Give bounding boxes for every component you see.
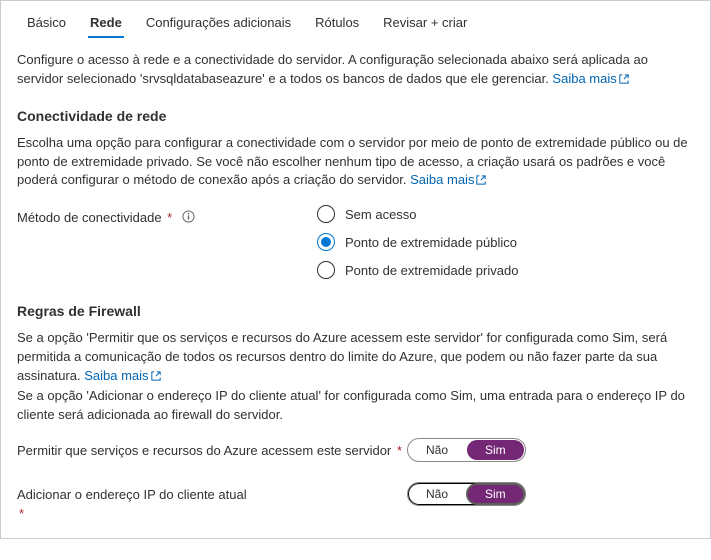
external-link-icon: [476, 172, 486, 191]
radio-icon: [317, 261, 335, 279]
connectivity-method-radiogroup: Sem acesso Ponto de extremidade público …: [317, 205, 518, 289]
intro-paragraph: Configure o acesso à rede e a conectivid…: [17, 51, 694, 90]
learn-more-link-intro[interactable]: Saiba mais: [552, 71, 628, 86]
add-client-ip-field: Adicionar o endereço IP do cliente atual…: [17, 482, 694, 524]
tab-tags[interactable]: Rótulos: [303, 9, 371, 38]
learn-more-link-connectivity[interactable]: Saiba mais: [410, 172, 486, 187]
firewall-heading: Regras de Firewall: [17, 303, 694, 319]
external-link-icon: [151, 368, 161, 387]
radio-public-endpoint[interactable]: Ponto de extremidade público: [317, 233, 518, 251]
radio-label: Ponto de extremidade privado: [345, 263, 518, 278]
allow-azure-services-toggle[interactable]: Não Sim: [407, 438, 526, 462]
radio-private-endpoint[interactable]: Ponto de extremidade privado: [317, 261, 518, 279]
tab-basic[interactable]: Básico: [15, 9, 78, 38]
radio-label: Sem acesso: [345, 207, 417, 222]
toggle-yes[interactable]: Sim: [467, 440, 524, 460]
required-asterisk: *: [393, 443, 402, 458]
tab-additional[interactable]: Configurações adicionais: [134, 9, 303, 38]
external-link-icon: [619, 71, 629, 90]
radio-icon: [317, 205, 335, 223]
connectivity-method-field: Método de conectividade * Sem acesso Pon…: [17, 205, 694, 289]
firewall-desc: Se a opção 'Permitir que os serviços e r…: [17, 329, 694, 424]
toggle-no[interactable]: Não: [408, 439, 466, 461]
required-asterisk: *: [19, 506, 24, 521]
tabs-bar: Básico Rede Configurações adicionais Rót…: [1, 1, 710, 39]
radio-label: Ponto de extremidade público: [345, 235, 517, 250]
add-client-ip-label: Adicionar o endereço IP do cliente atual…: [17, 482, 407, 524]
learn-more-link-firewall[interactable]: Saiba mais: [84, 368, 160, 383]
allow-azure-services-field: Permitir que serviços e recursos do Azur…: [17, 438, 694, 462]
radio-no-access[interactable]: Sem acesso: [317, 205, 518, 223]
tab-network[interactable]: Rede: [78, 9, 134, 38]
connectivity-method-label: Método de conectividade *: [17, 205, 317, 228]
radio-icon: [317, 233, 335, 251]
tab-review[interactable]: Revisar + criar: [371, 9, 479, 38]
connectivity-heading: Conectividade de rede: [17, 108, 694, 124]
toggle-yes[interactable]: Sim: [467, 484, 524, 504]
required-asterisk: *: [164, 210, 173, 225]
toggle-no[interactable]: Não: [408, 483, 466, 505]
info-icon[interactable]: [182, 210, 195, 228]
connectivity-desc: Escolha uma opção para configurar a cone…: [17, 134, 694, 192]
add-client-ip-toggle[interactable]: Não Sim: [407, 482, 526, 506]
allow-azure-services-label: Permitir que serviços e recursos do Azur…: [17, 438, 407, 461]
